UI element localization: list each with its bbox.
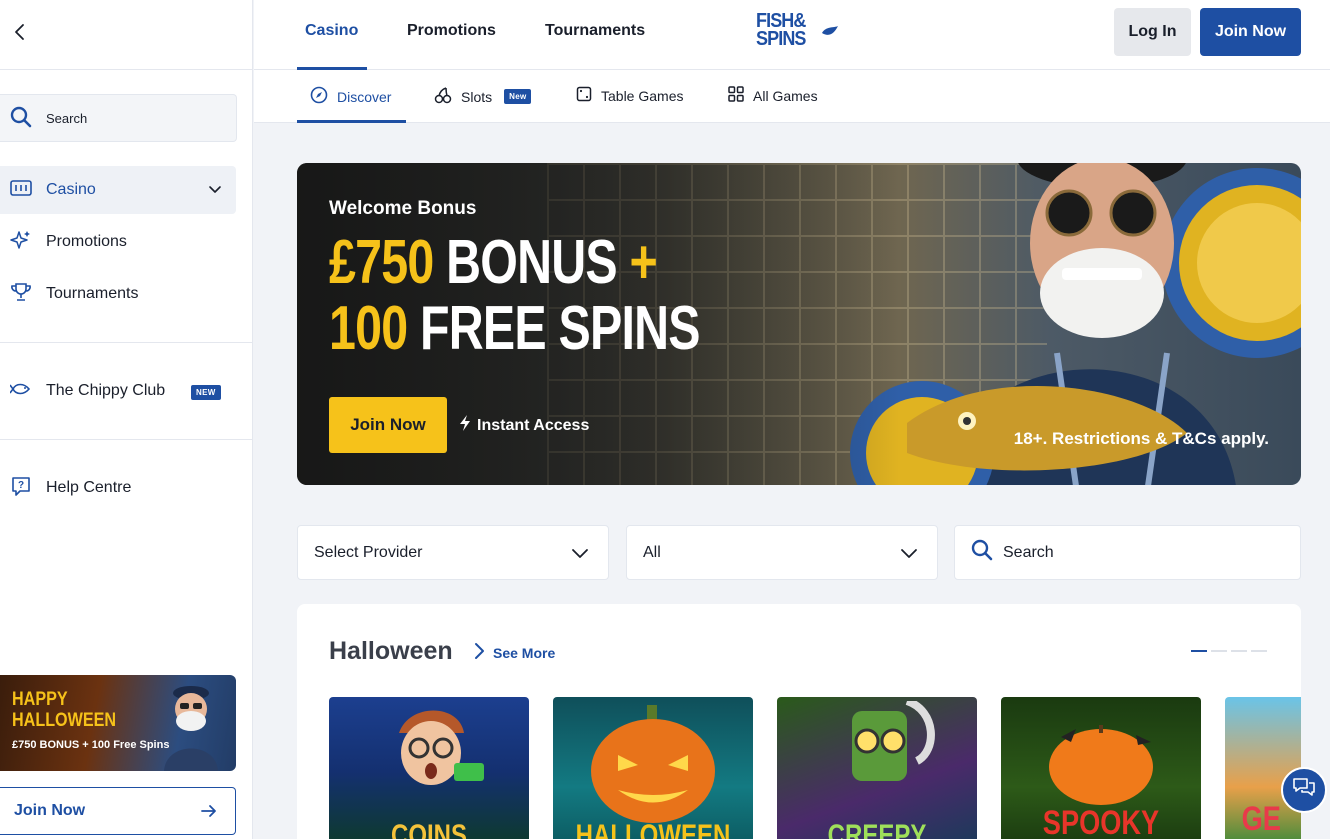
svg-text:?: ? [18,480,24,491]
arrow-right-icon [201,803,217,824]
sidebar-item-label: Help Centre [46,479,132,496]
slot-machine-icon [10,179,32,202]
game-title: CREEPY [827,819,927,839]
sidebar-search-placeholder: Search [46,110,88,126]
game-tile[interactable]: HALLOWEEN [553,697,753,839]
sidebar-header [0,0,252,70]
sparkles-icon [10,229,32,256]
sidebar-item-label: Casino [46,181,96,198]
back-chevron-icon[interactable] [12,22,28,47]
pager-dot[interactable] [1251,650,1267,652]
game-art [591,705,715,823]
game-title: COINS [390,819,467,839]
halloween-section: Halloween See More COINS HALLOWEEN CREEP… [297,604,1301,839]
cherries-icon [434,86,452,107]
new-badge: NEW [191,385,221,400]
sidebar-item-label: Tournaments [46,285,139,302]
tab-tournaments[interactable]: Tournaments [545,22,645,40]
chevron-down-icon [570,544,590,567]
subnav-slots[interactable]: Slots New [434,86,532,107]
chevron-down-icon [899,544,919,567]
sidebar-divider [0,439,253,440]
game-tile[interactable]: COINS [329,697,529,839]
chevron-down-icon [208,182,222,201]
sub-navigation: Discover Slots New Table Games All Games [254,70,1330,123]
sidebar-item-casino[interactable]: Casino [0,166,236,214]
carousel-pager[interactable] [1191,650,1267,652]
help-chat-icon: ? [10,475,32,502]
grid-icon [728,86,744,105]
sidebar-item-tournaments[interactable]: Tournaments [0,270,236,318]
category-select[interactable]: All [626,525,938,580]
game-art [1049,725,1153,805]
sidebar-divider [0,342,253,343]
live-chat-button[interactable] [1281,767,1327,813]
subnav-table-games[interactable]: Table Games [576,86,683,105]
halloween-promo-card[interactable]: HAPPY HALLOWEEN £750 BONUS + 100 Free Sp… [0,675,236,771]
log-in-button[interactable]: Log In [1114,8,1191,56]
welcome-bonus-banner[interactable]: Welcome Bonus £750 BONUS + 100 FREE SPIN… [297,163,1301,485]
pager-dot[interactable] [1231,650,1247,652]
promo-subtext: £750 BONUS + 100 Free Spins [12,739,170,751]
section-title: Halloween [329,637,453,665]
promo-headline: HAPPY HALLOWEEN [12,689,117,731]
game-title: HALLOWEEN [575,819,731,839]
sidebar-item-help-centre[interactable]: ? Help Centre [0,464,236,512]
sidebar-item-label: Promotions [46,233,127,250]
active-subnav-indicator [297,120,406,123]
instant-access-label: Instant Access [459,414,589,437]
terms-notice: 18+. Restrictions & T&Cs apply. [1013,429,1269,448]
search-icon [971,539,993,566]
chevron-right-icon [473,642,485,663]
game-art [399,710,484,785]
join-now-button[interactable]: Join Now [1200,8,1301,56]
tab-promotions[interactable]: Promotions [407,22,496,40]
new-badge: New [504,89,532,104]
lightning-icon [459,414,471,437]
sidebar-item-chippy-club[interactable]: The Chippy Club NEW [0,367,236,415]
sidebar-join-now-button[interactable]: Join Now [0,787,236,835]
game-tile[interactable]: SPOOKY [1001,697,1201,839]
games-search-input[interactable]: Search [954,525,1301,580]
hero-headline-line-1: £750 BONUS + [329,228,658,297]
see-more-link[interactable]: See More [473,642,555,663]
compass-icon [310,86,328,107]
top-header: Casino Promotions Tournaments FISH& SPIN… [254,0,1330,70]
pager-dot[interactable] [1211,650,1227,652]
fish-logo-icon [822,26,838,35]
trophy-icon [10,281,32,308]
dice-icon [576,86,592,105]
search-icon [10,106,32,131]
subnav-discover[interactable]: Discover [310,86,391,107]
mascot-illustration [164,686,218,771]
pager-dot[interactable] [1191,650,1207,652]
brand-logo[interactable]: FISH& SPINS [754,10,844,54]
game-tile[interactable]: GE [1225,697,1301,839]
welcome-bonus-label: Welcome Bonus [329,198,477,219]
sidebar-item-label: The Chippy Club [46,382,166,399]
sidebar-item-promotions[interactable]: Promotions [0,218,236,266]
hero-join-now-button[interactable]: Join Now [329,397,447,453]
hero-headline-line-2: 100 FREE SPINS [329,294,701,363]
subnav-all-games[interactable]: All Games [728,86,818,105]
sidebar-search[interactable]: Search [0,94,237,142]
game-tile[interactable]: CREEPY [777,697,977,839]
tab-casino[interactable]: Casino [305,22,358,40]
game-art [852,701,935,781]
fish-icon [9,380,32,403]
provider-select[interactable]: Select Provider [297,525,609,580]
sidebar: Search Casino Promotions Tournaments The… [0,0,253,839]
chat-bubbles-icon [1292,777,1316,804]
game-title: SPOOKY [1042,804,1160,839]
